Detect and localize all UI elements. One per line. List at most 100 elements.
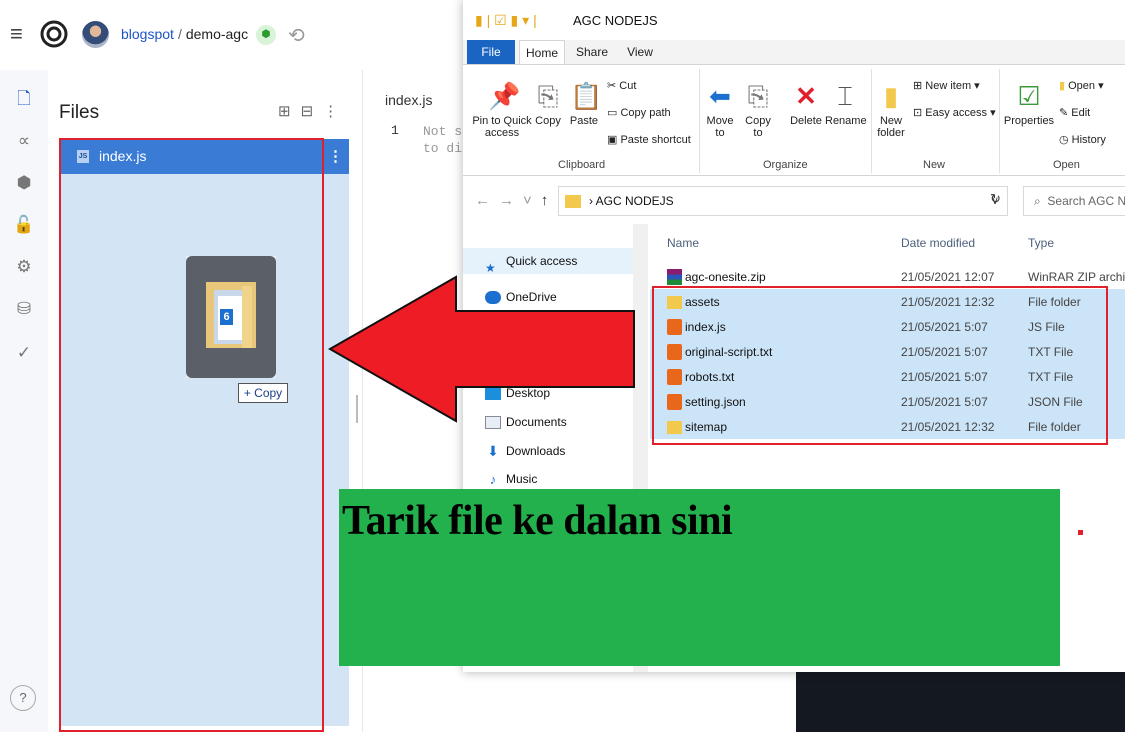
- search-placeholder-text: Search AGC N: [1047, 194, 1125, 208]
- copy-path-icon: ▭: [607, 107, 618, 119]
- delete-button[interactable]: ✕ Delete: [785, 79, 827, 127]
- scissors-icon: ✂: [607, 80, 617, 92]
- quick-access-toolbar-icon[interactable]: ▮ | ☑ ▮ ▾ |: [475, 12, 537, 29]
- move-to-label: Move to: [706, 115, 734, 139]
- files-title: Files: [59, 102, 100, 123]
- column-date-modified[interactable]: Date modified: [901, 236, 975, 250]
- new-folder-icon[interactable]: ⊟: [301, 103, 324, 120]
- refresh-icon[interactable]: ↻: [990, 191, 1001, 207]
- breadcrumb-user[interactable]: blogspot: [121, 26, 174, 42]
- history-icon[interactable]: ⟲: [288, 23, 305, 48]
- breadcrumb-project[interactable]: demo-agc: [186, 26, 248, 42]
- avatar[interactable]: [82, 21, 109, 48]
- tab-file[interactable]: File: [467, 40, 515, 64]
- copy-to-button[interactable]: ⎘ Copy to: [741, 79, 775, 139]
- files-icon[interactable]: 🗋: [13, 88, 35, 110]
- up-arrow-icon[interactable]: ↑: [541, 192, 558, 209]
- help-button[interactable]: ?: [10, 685, 36, 711]
- packages-icon[interactable]: ⬢: [13, 172, 35, 194]
- database-icon[interactable]: ⛁: [13, 298, 35, 320]
- column-name[interactable]: Name: [667, 236, 699, 250]
- forward-arrow-icon[interactable]: →: [499, 192, 523, 209]
- music-note-icon: ♪: [489, 472, 497, 488]
- paste-button[interactable]: 📋 Paste: [569, 79, 603, 127]
- lock-icon[interactable]: 🔓: [13, 214, 35, 236]
- paste-shortcut-icon: ▣: [607, 134, 618, 146]
- file-menu-icon[interactable]: ⋮: [328, 147, 343, 165]
- history-label: History: [1071, 134, 1106, 146]
- nav-label: Quick access: [506, 254, 578, 268]
- highlight-selected-files: [652, 286, 1108, 445]
- edit-label: Edit: [1071, 107, 1091, 119]
- ribbon-tabs: File Home Share View: [463, 40, 1125, 64]
- delete-label: Delete: [790, 115, 822, 127]
- annotation-dot: [1078, 530, 1083, 535]
- paste-shortcut-button[interactable]: ▣ Paste shortcut: [607, 133, 691, 146]
- copy-path-label: Copy path: [620, 107, 671, 119]
- drag-direction-arrow-icon: [328, 275, 635, 423]
- download-arrow-icon: ⬇: [487, 443, 499, 460]
- tab-index-js[interactable]: index.js: [385, 92, 432, 108]
- file-name: agc-onesite.zip: [685, 270, 766, 284]
- back-arrow-icon[interactable]: ←: [475, 192, 499, 209]
- easy-access-button[interactable]: ⊡ Easy access ▾: [913, 106, 996, 119]
- nav-label: Music: [506, 472, 538, 486]
- properties-button[interactable]: ☑ Properties: [1003, 79, 1055, 127]
- easy-access-label: Easy access: [925, 107, 988, 119]
- nav-item-quick-access[interactable]: ★ Quick access: [463, 248, 633, 276]
- tab-view[interactable]: View: [617, 40, 663, 64]
- copy-button[interactable]: ⎘ Copy: [533, 79, 563, 127]
- new-folder-button[interactable]: ▮ New folder: [873, 79, 909, 139]
- kebab-menu-icon[interactable]: ⋮: [323, 103, 348, 120]
- paste-icon: 📋: [570, 81, 603, 111]
- nav-item-downloads[interactable]: ⬇ Downloads: [485, 444, 565, 458]
- copy-to-label: Copy to: [745, 115, 771, 139]
- pin-quick-access-button[interactable]: 📌 Pin to Quick access: [469, 79, 535, 139]
- check-icon[interactable]: ✓: [13, 342, 35, 364]
- column-type[interactable]: Type: [1028, 236, 1054, 250]
- address-path: AGC NODEJS: [595, 194, 674, 208]
- cut-button[interactable]: ✂ Cut: [607, 79, 636, 92]
- move-to-button[interactable]: ⬅ Move to: [703, 79, 737, 139]
- search-placeholder: ⌕ Search AGC N: [1034, 194, 1125, 209]
- copy-path-button[interactable]: ▭ Copy path: [607, 106, 671, 119]
- easy-access-icon: ⊡: [913, 107, 923, 119]
- address-text: › AGC NODEJS: [589, 194, 674, 208]
- star-icon: ★: [485, 261, 496, 276]
- tab-share[interactable]: Share: [569, 40, 615, 64]
- new-item-label: New item: [925, 80, 972, 92]
- files-actions: ⊞⊟⋮: [278, 102, 348, 120]
- rename-label: Rename: [825, 115, 867, 127]
- copy-icon: ⎘: [537, 81, 559, 111]
- settings-icon[interactable]: ⚙: [13, 256, 35, 278]
- share-icon[interactable]: ∝: [13, 130, 35, 152]
- highlight-drop-target: [59, 138, 324, 732]
- replit-logo-icon[interactable]: [40, 20, 68, 48]
- explorer-titlebar: ▮ | ☑ ▮ ▾ | AGC NODEJS: [463, 0, 1125, 40]
- recent-chevron-icon[interactable]: ˅: [523, 192, 541, 209]
- copy-to-icon: ⎘: [747, 81, 769, 111]
- paste-shortcut-label: Paste shortcut: [620, 134, 691, 146]
- new-file-icon[interactable]: ⊞: [278, 103, 301, 120]
- nav-arrows: ←→˅↑: [475, 192, 557, 209]
- menu-icon[interactable]: ≡: [10, 23, 23, 45]
- open-label: Open: [1068, 80, 1096, 92]
- instruction-banner: Tarik file ke dalan sini: [339, 489, 1060, 666]
- rename-icon: ⌶: [837, 81, 853, 111]
- rename-button[interactable]: ⌶ Rename: [825, 79, 867, 127]
- open-button[interactable]: ▮ Open ▾: [1059, 79, 1104, 92]
- copy-label: Copy: [535, 115, 561, 127]
- new-item-button[interactable]: ⊞ New item ▾: [913, 79, 980, 92]
- search-input[interactable]: ⌕ Search AGC N: [1023, 186, 1125, 216]
- nav-item-music[interactable]: ♪ Music: [485, 472, 538, 488]
- history-button[interactable]: ◷ History: [1059, 133, 1106, 146]
- screenshot-stage: ≡ blogspot / demo-agc ⬢ ⟲ 🗋 ∝ ⬢ 🔓 ⚙ ⛁ ✓ ? …: [0, 0, 1125, 732]
- move-to-icon: ⬅: [709, 81, 731, 111]
- new-item-icon: ⊞: [913, 80, 923, 92]
- group-clipboard: Clipboard: [558, 159, 606, 171]
- window-title: AGC NODEJS: [573, 13, 658, 28]
- edit-button[interactable]: ✎ Edit: [1059, 106, 1090, 119]
- instruction-text: Tarik file ke dalan sini: [342, 498, 733, 544]
- tab-home[interactable]: Home: [519, 40, 565, 64]
- address-bar[interactable]: › AGC NODEJS ∨: [558, 186, 1008, 216]
